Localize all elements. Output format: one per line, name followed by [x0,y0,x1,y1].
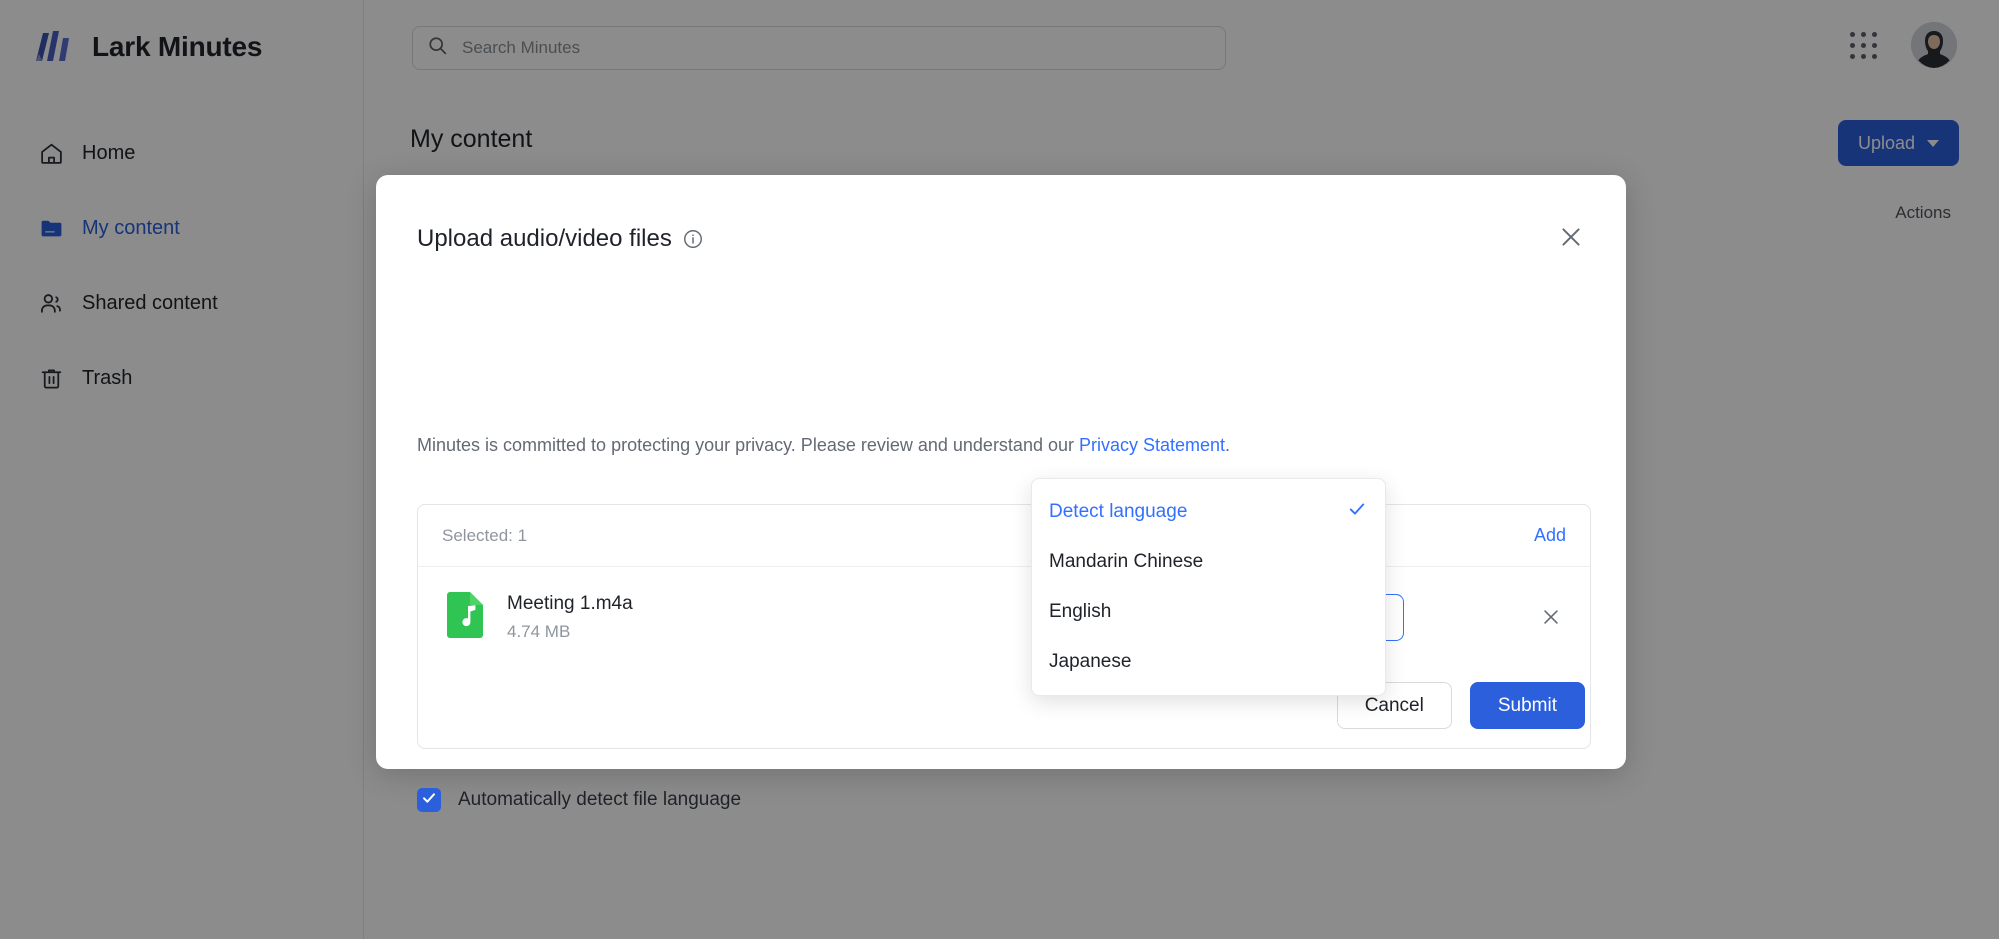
remove-file-button[interactable] [1536,602,1566,632]
auto-detect-label: Automatically detect file language [458,789,742,810]
add-files-button[interactable]: Add [1534,525,1566,546]
language-option-label: Japanese [1049,651,1132,672]
language-dropdown-menu: Detect language Mandarin Chinese English… [1031,478,1386,696]
checkmark-icon [1347,499,1367,525]
info-circle-icon[interactable] [682,228,704,250]
file-size: 4.74 MB [507,621,571,641]
file-row: Meeting 1.m4a 4.74 MB Detect language [418,567,1590,667]
audio-file-icon [445,591,485,643]
language-option-detect[interactable]: Detect language [1032,487,1385,537]
file-meta: Meeting 1.m4a 4.74 MB [507,593,1027,642]
language-option-label: Mandarin Chinese [1049,551,1204,572]
dialog-title-row: Upload audio/video files [417,225,704,253]
language-option-label: Detect language [1049,501,1188,522]
submit-button[interactable]: Submit [1469,682,1585,729]
checkmark-icon [421,790,437,811]
file-list-header: Selected: 1 Add [418,505,1590,567]
auto-detect-checkbox[interactable] [417,788,441,812]
file-name: Meeting 1.m4a [507,592,633,614]
dialog-title: Upload audio/video files [417,225,672,252]
close-icon[interactable] [1554,220,1588,254]
auto-detect-checkbox-row[interactable]: Automatically detect file language [417,788,741,812]
privacy-notice-prefix: Minutes is committed to protecting your … [417,435,1079,455]
language-option-mandarin[interactable]: Mandarin Chinese [1032,537,1385,587]
language-option-label: English [1049,601,1112,622]
privacy-notice-suffix: . [1225,435,1231,455]
privacy-notice: Minutes is committed to protecting your … [417,435,1230,456]
upload-dialog: Upload audio/video files Minutes is comm… [376,175,1626,812]
privacy-statement-link[interactable]: Privacy Statement [1079,435,1225,455]
language-option-english[interactable]: English [1032,587,1385,637]
language-option-japanese[interactable]: Japanese [1032,637,1385,687]
selected-count: Selected: 1 [442,525,528,545]
